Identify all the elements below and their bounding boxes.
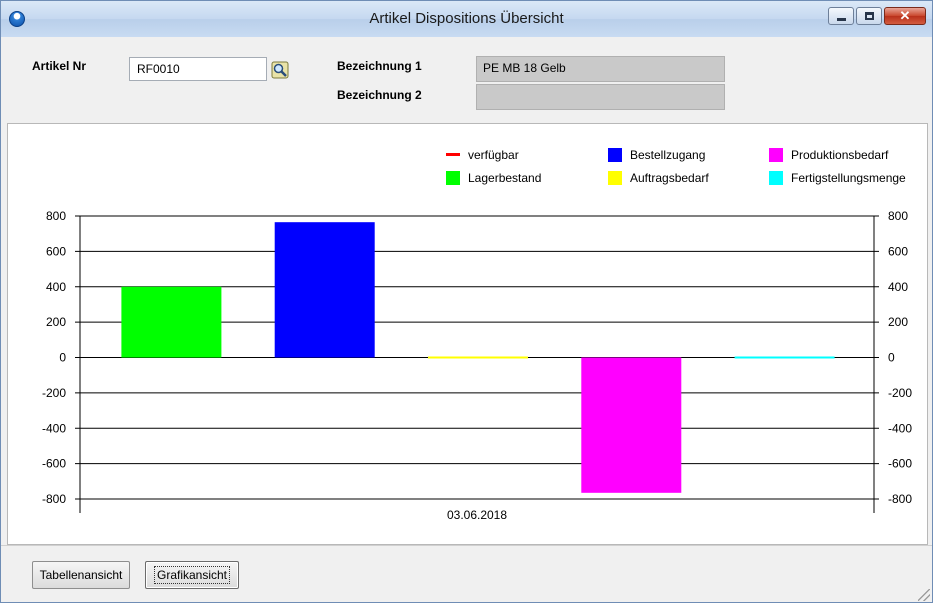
bezeichnung-2-label: Bezeichnung 2 xyxy=(337,88,422,102)
grafikansicht-label: Grafikansicht xyxy=(153,566,231,584)
bezeichnung-2-field xyxy=(476,84,725,110)
tabellenansicht-label: Tabellenansicht xyxy=(39,568,123,582)
chart-axes: 03.06.2018 xyxy=(79,216,875,522)
window-controls: ✕ xyxy=(828,7,926,25)
y-tick-label-right: 200 xyxy=(888,315,908,329)
legend-label: Produktionsbedarf xyxy=(791,148,889,162)
y-tick-label-left: -400 xyxy=(42,421,66,435)
maximize-icon xyxy=(865,12,874,20)
bottom-toolbar: Tabellenansicht Grafikansicht xyxy=(1,545,932,602)
tabellenansicht-button[interactable]: Tabellenansicht xyxy=(32,561,130,589)
legend-marker xyxy=(769,148,783,162)
y-tick-label-left: 0 xyxy=(59,351,66,365)
legend-label: Lagerbestand xyxy=(468,171,541,185)
article-header-form: Artikel Nr RF0010 Bezeichnung 1 PE MB 18… xyxy=(1,37,932,123)
bar-auftragsbedarf xyxy=(428,356,528,359)
grafikansicht-button[interactable]: Grafikansicht xyxy=(145,561,239,589)
y-tick-label-right: -600 xyxy=(888,457,912,471)
legend-marker xyxy=(608,148,622,162)
y-tick-label-left: -200 xyxy=(42,386,66,400)
y-tick-label-right: -800 xyxy=(888,492,912,506)
bezeichnung-1-label: Bezeichnung 1 xyxy=(337,59,422,73)
legend-label: Fertigstellungsmenge xyxy=(791,171,906,185)
x-tick-label: 03.06.2018 xyxy=(447,508,507,522)
legend-label: verfügbar xyxy=(468,148,519,162)
bar-fertigstellungsmenge xyxy=(734,356,835,359)
y-tick-label-right: 800 xyxy=(888,209,908,223)
maximize-button[interactable] xyxy=(856,7,882,25)
artikel-nr-label: Artikel Nr xyxy=(32,59,87,73)
y-tick-label-right: 0 xyxy=(888,351,895,365)
disposition-chart-panel: verfügbar Bestellzugang Produktionsbedarf L… xyxy=(7,123,928,545)
disposition-bar-chart: verfügbar Bestellzugang Produktionsbedarf L… xyxy=(42,148,912,522)
legend-marker xyxy=(608,171,622,185)
window-title: Artikel Dispositions Übersicht xyxy=(369,10,564,27)
article-disposition-window: Artikel Dispositions Übersicht ✕ Artikel… xyxy=(0,0,933,603)
legend-label: Bestellzugang xyxy=(630,148,705,162)
close-icon: ✕ xyxy=(899,8,911,23)
y-tick-label-right: -200 xyxy=(888,386,912,400)
legend-marker xyxy=(446,171,460,185)
y-tick-label-left: -800 xyxy=(42,492,66,506)
y-tick-label-right: 600 xyxy=(888,244,908,258)
minimize-button[interactable] xyxy=(828,7,854,25)
legend-marker xyxy=(769,171,783,185)
chart-legend: verfügbar Bestellzugang Produktionsbedarf L… xyxy=(446,148,906,185)
bar-bestellzugang xyxy=(274,222,375,358)
legend-label: Auftragsbedarf xyxy=(630,171,709,185)
y-tick-label-left: 400 xyxy=(46,280,66,294)
artikel-nr-input[interactable]: RF0010 xyxy=(129,57,267,81)
y-tick-label-left: 800 xyxy=(46,209,66,223)
y-tick-label-right: -400 xyxy=(888,421,912,435)
y-tick-label-left: 600 xyxy=(46,244,66,258)
close-button[interactable]: ✕ xyxy=(884,7,926,25)
minimize-icon xyxy=(837,18,846,21)
search-icon[interactable] xyxy=(271,61,289,79)
y-tick-label-left: 200 xyxy=(46,315,66,329)
resize-grip[interactable] xyxy=(918,589,930,601)
y-tick-label-right: 400 xyxy=(888,280,908,294)
title-bar[interactable]: Artikel Dispositions Übersicht ✕ xyxy=(1,1,932,37)
bezeichnung-1-field: PE MB 18 Gelb xyxy=(476,56,725,82)
legend-marker xyxy=(446,153,460,156)
y-tick-label-left: -600 xyxy=(42,457,66,471)
bar-lagerbestand xyxy=(121,286,222,358)
bar-produktionsbedarf xyxy=(581,357,682,493)
